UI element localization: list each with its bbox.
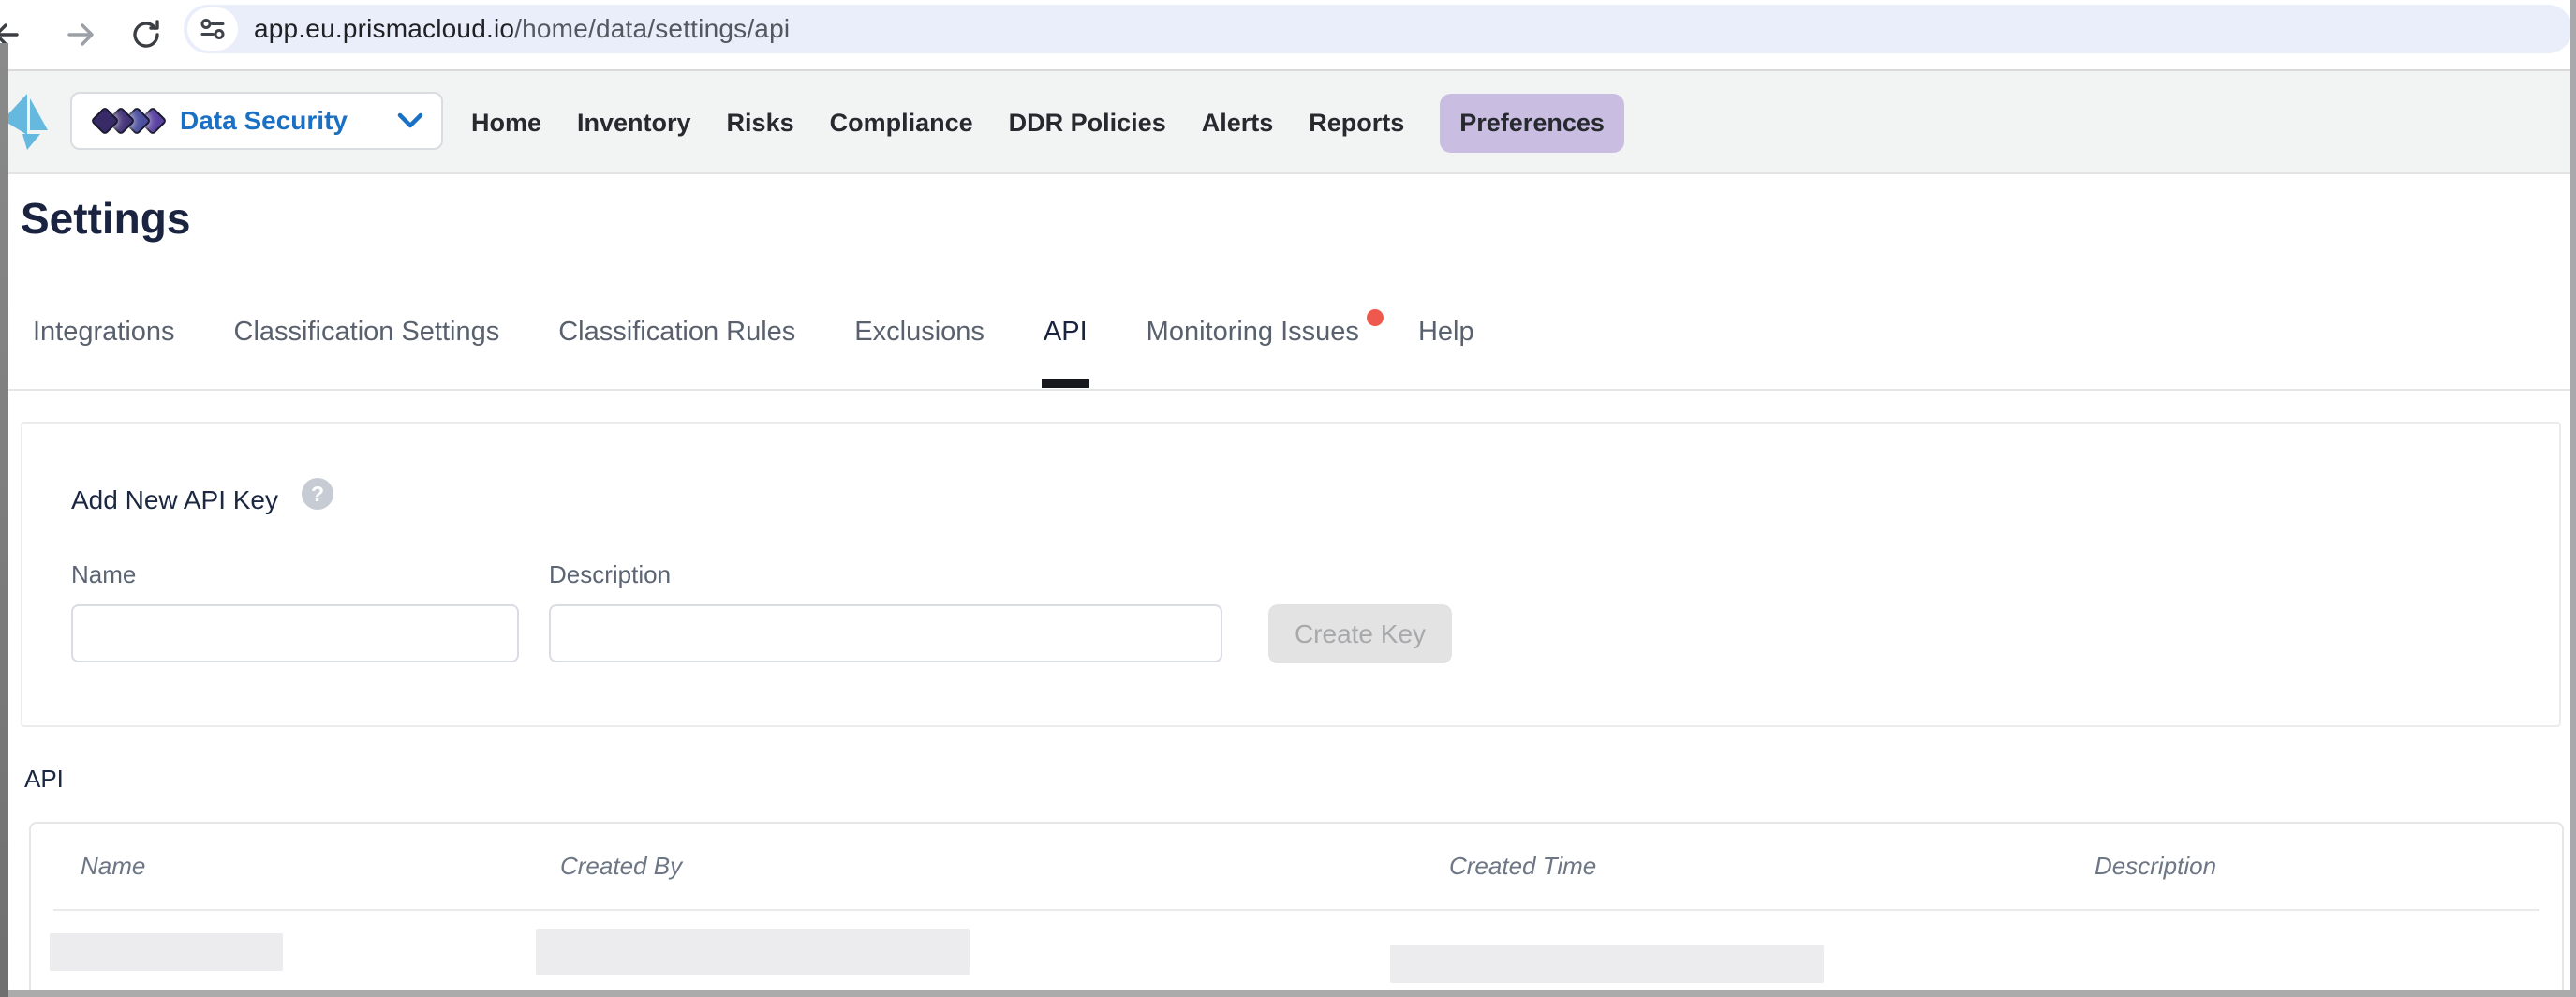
tab-api[interactable]: API [1044, 317, 1088, 350]
site-info-button[interactable] [187, 7, 238, 51]
create-key-button[interactable]: Create Key [1268, 604, 1452, 663]
column-header-name: Name [81, 852, 560, 881]
forward-arrow-icon [58, 14, 99, 55]
data-security-diamonds-icon [95, 111, 163, 131]
label: Monitoring Issues [1147, 317, 1359, 347]
tab-classification-rules[interactable]: Classification Rules [558, 317, 795, 350]
nav-item-home[interactable]: Home [471, 109, 541, 138]
nav-item-risks[interactable]: Risks [727, 109, 794, 138]
label: Inventory [577, 109, 691, 137]
label: Help [1418, 317, 1474, 347]
right-window-edge [2570, 0, 2576, 997]
label: Created By [560, 852, 682, 880]
settings-tabs: Integrations Classification Settings Class… [33, 317, 1474, 350]
header-divider [53, 909, 2539, 911]
alert-dot-icon [1367, 309, 1384, 326]
browser-toolbar: app.eu.prismacloud.io/home/data/settings… [0, 0, 2576, 69]
tab-integrations[interactable]: Integrations [33, 317, 175, 350]
site-settings-icon [197, 13, 229, 45]
url-path: /home/data/settings/api [514, 14, 790, 43]
tabs-divider [8, 389, 2570, 391]
nav-item-reports[interactable]: Reports [1309, 109, 1404, 138]
column-header-description: Description [2095, 852, 2562, 881]
screen: app.eu.prismacloud.io/home/data/settings… [0, 0, 2576, 997]
label: Exclusions [854, 317, 985, 347]
label: Classification Settings [234, 317, 500, 347]
tab-classification-settings[interactable]: Classification Settings [234, 317, 500, 350]
left-window-edge [0, 43, 8, 997]
nav-item-preferences[interactable]: Preferences [1440, 94, 1624, 153]
tab-help[interactable]: Help [1418, 317, 1474, 350]
nav-item-compliance[interactable]: Compliance [830, 109, 973, 138]
page-title: Settings [21, 193, 190, 244]
product-switcher-label: Data Security [180, 106, 348, 136]
table-header-row: Name Created By Created Time Description [31, 824, 2562, 909]
column-header-created-by: Created By [560, 852, 1449, 881]
label: Compliance [830, 109, 973, 137]
label: Home [471, 109, 541, 137]
reload-icon [126, 15, 166, 54]
bottom-window-edge [0, 990, 2576, 997]
main-nav: Home Inventory Risks Compliance DDR Policies… [471, 71, 1624, 174]
url-text: app.eu.prismacloud.io/home/data/settings… [254, 14, 790, 44]
label: DDR Policies [1009, 109, 1166, 137]
label: Classification Rules [558, 317, 795, 347]
browser-forward-button[interactable] [58, 14, 99, 55]
description-input[interactable] [549, 604, 1222, 662]
label: Reports [1309, 109, 1404, 137]
browser-reload-button[interactable] [126, 14, 167, 55]
name-label: Name [71, 560, 136, 589]
label: API [1044, 317, 1088, 347]
label: Integrations [33, 317, 175, 347]
nav-item-alerts[interactable]: Alerts [1202, 109, 1274, 138]
label: Risks [727, 109, 794, 137]
label: Name [81, 852, 145, 880]
url-domain: app.eu.prismacloud.io [254, 14, 514, 43]
nav-item-inventory[interactable]: Inventory [577, 109, 691, 138]
api-keys-table: Name Created By Created Time Description [29, 822, 2564, 997]
tab-exclusions[interactable]: Exclusions [854, 317, 985, 350]
description-label: Description [549, 560, 671, 589]
panel-title: Add New API Key [71, 485, 278, 515]
tab-monitoring-issues[interactable]: Monitoring Issues [1147, 317, 1359, 350]
column-header-created-time: Created Time [1449, 852, 2095, 881]
skeleton-cell-created-time [1390, 945, 1824, 983]
address-bar[interactable]: app.eu.prismacloud.io/home/data/settings… [184, 5, 2572, 53]
label: Alerts [1202, 109, 1274, 137]
nav-item-ddr-policies[interactable]: DDR Policies [1009, 109, 1166, 138]
skeleton-cell-name [50, 933, 283, 971]
chevron-down-icon [394, 110, 426, 132]
label: Description [2095, 852, 2216, 880]
label: Preferences [1459, 109, 1605, 137]
add-api-key-panel: Add New API Key ? Name Description Creat… [21, 422, 2561, 727]
name-input[interactable] [71, 604, 519, 662]
prisma-cloud-logo-icon [2, 91, 52, 153]
skeleton-cell-created-by [536, 929, 970, 975]
product-switcher-dropdown[interactable]: Data Security [70, 92, 443, 150]
app-header: Data Security Home Inventory Risks Complian… [0, 71, 2576, 174]
api-section-label: API [24, 765, 64, 794]
help-icon[interactable]: ? [302, 478, 333, 510]
label: Created Time [1449, 852, 1596, 880]
